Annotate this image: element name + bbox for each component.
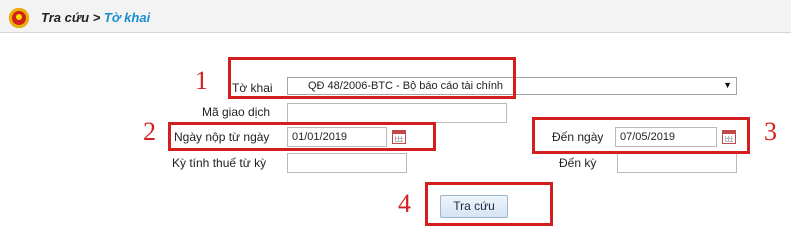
breadcrumb-separator: > [92,10,101,25]
ky-tinh-thue-label: Kỳ tính thuế từ kỳ [172,156,267,170]
ma-giao-dich-label: Mã giao dịch [202,105,271,119]
annotation-number-4: 4 [398,189,411,218]
header-bar: Tra cứu > Tờ khai [0,0,791,33]
ky-tinh-thue-input[interactable] [287,153,407,173]
annotation-number-1: 1 [195,66,208,95]
annotation-number-3: 3 [764,117,777,146]
ma-giao-dich-input[interactable] [287,103,507,123]
annotation-box-1 [228,57,516,99]
den-ky-input[interactable] [617,153,737,173]
national-emblem-icon [9,8,29,28]
breadcrumb-current: Tờ khai [103,10,151,25]
annotation-box-2 [168,122,436,151]
annotation-number-2: 2 [143,117,156,146]
breadcrumb: Tra cứu > Tờ khai [41,10,150,25]
annotation-box-3 [532,117,750,154]
den-ky-label: Đến kỳ [559,156,597,170]
annotation-box-4 [425,182,553,226]
dropdown-arrow-icon: ▼ [723,80,732,90]
breadcrumb-parent[interactable]: Tra cứu [41,10,89,25]
